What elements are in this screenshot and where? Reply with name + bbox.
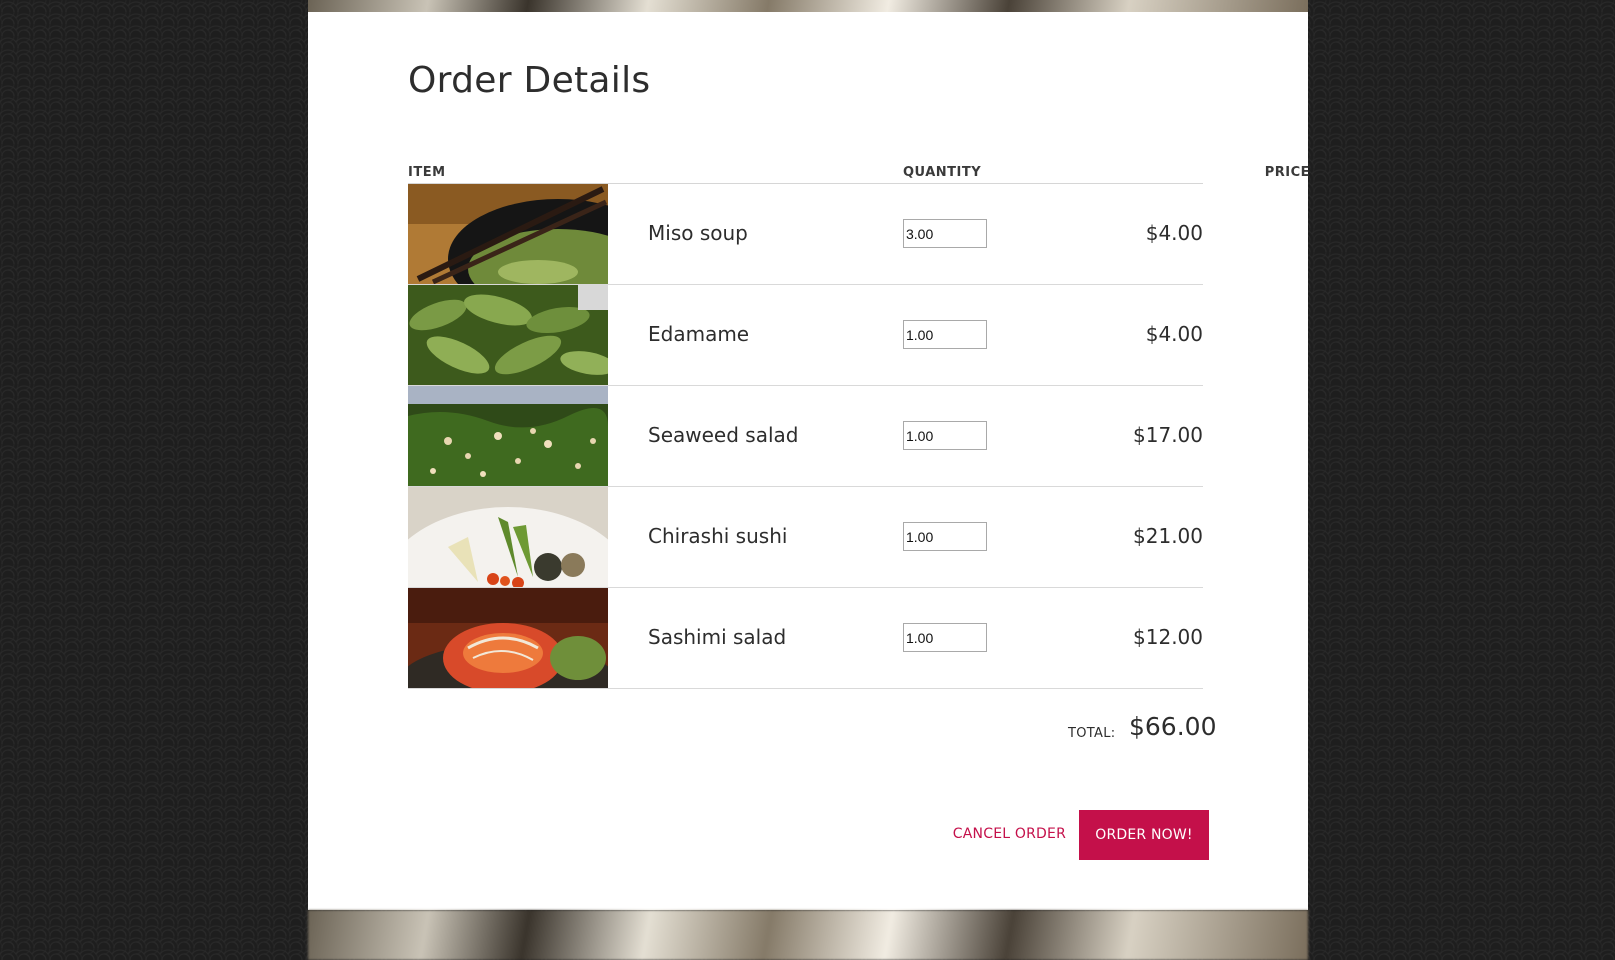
order-items-list: Miso soup $4.00 Edamame $4.00 [408,184,1203,689]
column-header-item: ITEM [408,165,446,180]
item-name: Chirashi sushi [648,524,788,548]
order-row: Chirashi sushi $21.00 [408,487,1203,588]
cancel-order-button[interactable]: CANCEL ORDER [948,826,1066,842]
item-name: Seaweed salad [648,423,799,447]
quantity-input[interactable] [903,623,987,652]
quantity-input[interactable] [903,421,987,450]
item-name: Sashimi salad [648,625,787,649]
total-label: TOTAL: [1068,726,1116,741]
item-name: Miso soup [648,221,748,245]
item-name: Edamame [648,322,750,346]
seaweed-salad-image [408,386,608,486]
item-price: $21.00 [1133,524,1203,548]
edamame-image [408,285,608,385]
column-header-price: PRICE [1264,165,1310,180]
order-now-button[interactable]: ORDER NOW! [1079,810,1209,860]
hero-banner-top [308,0,1308,12]
item-price: $4.00 [1145,221,1203,245]
quantity-input[interactable] [903,522,987,551]
page-title: Order Details [408,60,651,101]
item-price: $4.00 [1145,322,1203,346]
item-price: $12.00 [1133,625,1203,649]
quantity-input[interactable] [903,219,987,248]
hero-banner-bottom [308,910,1308,960]
order-row: Edamame $4.00 [408,285,1203,386]
order-row: Seaweed salad $17.00 [408,386,1203,487]
sashimi-salad-image [408,588,608,688]
total-value: $66.00 [1129,712,1217,741]
quantity-input[interactable] [903,320,987,349]
miso-soup-image [408,184,608,284]
item-price: $17.00 [1133,423,1203,447]
column-header-quantity: QUANTITY [903,165,982,180]
order-row: Miso soup $4.00 [408,184,1203,285]
chirashi-sushi-image [408,487,608,587]
order-row: Sashimi salad $12.00 [408,588,1203,689]
order-details-modal: Order Details ITEM QUANTITY PRICE Miso s… [308,12,1310,910]
